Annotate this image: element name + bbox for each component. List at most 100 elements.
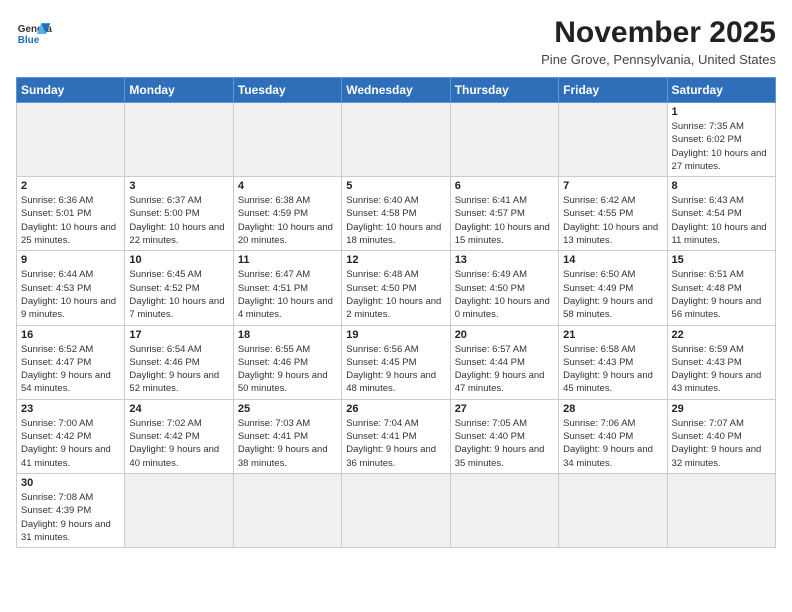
day-of-week-header: Saturday [667, 78, 775, 103]
calendar-day-cell: 28Sunrise: 7:06 AM Sunset: 4:40 PM Dayli… [559, 399, 667, 473]
calendar-header-row: SundayMondayTuesdayWednesdayThursdayFrid… [17, 78, 776, 103]
calendar-day-cell: 24Sunrise: 7:02 AM Sunset: 4:42 PM Dayli… [125, 399, 233, 473]
day-of-week-header: Monday [125, 78, 233, 103]
calendar-day-cell: 12Sunrise: 6:48 AM Sunset: 4:50 PM Dayli… [342, 251, 450, 325]
calendar-day-cell [559, 103, 667, 177]
subtitle: Pine Grove, Pennsylvania, United States [541, 52, 776, 67]
calendar-day-cell [450, 473, 558, 547]
generalblue-logo-icon: General Blue [16, 16, 52, 52]
day-of-week-header: Tuesday [233, 78, 341, 103]
day-info: Sunrise: 6:37 AM Sunset: 5:00 PM Dayligh… [129, 194, 228, 247]
day-number: 19 [346, 329, 445, 341]
calendar-day-cell: 23 Sunrise: 7:00 AM Sunset: 4:42 PM Dayli… [17, 399, 125, 473]
calendar-day-cell: 2Sunrise: 6:36 AM Sunset: 5:01 PM Daylig… [17, 177, 125, 251]
day-info: Sunrise: 7:00 AM Sunset: 4:42 PM Dayligh… [21, 417, 120, 470]
calendar-day-cell: 6 Sunrise: 6:41 AM Sunset: 4:57 PM Daylig… [450, 177, 558, 251]
day-number: 18 [238, 329, 337, 341]
calendar-day-cell: 15 Sunrise: 6:51 AM Sunset: 4:48 PM Dayli… [667, 251, 775, 325]
calendar-day-cell: 20 Sunrise: 6:57 AM Sunset: 4:44 PM Dayli… [450, 325, 558, 399]
day-info: Sunrise: 6:50 AM Sunset: 4:49 PM Dayligh… [563, 268, 662, 321]
calendar-day-cell [667, 473, 775, 547]
day-info: Sunrise: 6:41 AM Sunset: 4:57 PM Dayligh… [455, 194, 554, 247]
day-info: Sunrise: 6:51 AM Sunset: 4:48 PM Dayligh… [672, 268, 771, 321]
calendar-day-cell [342, 473, 450, 547]
day-info: Sunrise: 6:38 AM Sunset: 4:59 PM Dayligh… [238, 194, 337, 247]
day-number: 28 [563, 403, 662, 415]
calendar-day-cell: 14 Sunrise: 6:50 AM Sunset: 4:49 PM Dayli… [559, 251, 667, 325]
calendar-day-cell: 22 Sunrise: 6:59 AM Sunset: 4:43 PM Dayli… [667, 325, 775, 399]
day-number: 6 [455, 180, 554, 192]
day-info: Sunrise: 6:43 AM Sunset: 4:54 PM Dayligh… [672, 194, 771, 247]
calendar-day-cell: 25 Sunrise: 7:03 AM Sunset: 4:41 PM Dayli… [233, 399, 341, 473]
calendar-day-cell: 13Sunrise: 6:49 AM Sunset: 4:50 PM Dayli… [450, 251, 558, 325]
calendar-day-cell [233, 103, 341, 177]
calendar-week-row: 2Sunrise: 6:36 AM Sunset: 5:01 PM Daylig… [17, 177, 776, 251]
day-info: Sunrise: 6:42 AM Sunset: 4:55 PM Dayligh… [563, 194, 662, 247]
day-info: Sunrise: 6:59 AM Sunset: 4:43 PM Dayligh… [672, 343, 771, 396]
calendar-day-cell: 27Sunrise: 7:05 AM Sunset: 4:40 PM Dayli… [450, 399, 558, 473]
day-of-week-header: Thursday [450, 78, 558, 103]
svg-text:Blue: Blue [18, 35, 40, 46]
calendar-day-cell: 10 Sunrise: 6:45 AM Sunset: 4:52 PM Dayli… [125, 251, 233, 325]
day-info: Sunrise: 7:35 AM Sunset: 6:02 PM Dayligh… [672, 120, 771, 173]
calendar-day-cell: 9Sunrise: 6:44 AM Sunset: 4:53 PM Daylig… [17, 251, 125, 325]
day-number: 21 [563, 329, 662, 341]
header: General Blue November 2025 Pine Grove, P… [16, 16, 776, 67]
day-number: 15 [672, 254, 771, 266]
calendar-day-cell: 17Sunrise: 6:54 AM Sunset: 4:46 PM Dayli… [125, 325, 233, 399]
calendar-day-cell [233, 473, 341, 547]
day-number: 30 [21, 477, 120, 489]
day-info: Sunrise: 6:52 AM Sunset: 4:47 PM Dayligh… [21, 343, 120, 396]
day-of-week-header: Wednesday [342, 78, 450, 103]
calendar-day-cell: 7 Sunrise: 6:42 AM Sunset: 4:55 PM Daylig… [559, 177, 667, 251]
calendar: SundayMondayTuesdayWednesdayThursdayFrid… [16, 77, 776, 548]
day-info: Sunrise: 7:04 AM Sunset: 4:41 PM Dayligh… [346, 417, 445, 470]
day-number: 25 [238, 403, 337, 415]
day-number: 11 [238, 254, 337, 266]
day-number: 23 [21, 403, 120, 415]
calendar-day-cell [559, 473, 667, 547]
day-number: 12 [346, 254, 445, 266]
day-number: 22 [672, 329, 771, 341]
calendar-day-cell: 8 Sunrise: 6:43 AM Sunset: 4:54 PM Daylig… [667, 177, 775, 251]
day-of-week-header: Sunday [17, 78, 125, 103]
calendar-week-row: 1 Sunrise: 7:35 AM Sunset: 6:02 PM Daylig… [17, 103, 776, 177]
calendar-day-cell: 5 Sunrise: 6:40 AM Sunset: 4:58 PM Daylig… [342, 177, 450, 251]
main-title: November 2025 [541, 16, 776, 50]
day-number: 1 [672, 106, 771, 118]
calendar-day-cell [17, 103, 125, 177]
calendar-week-row: 30 Sunrise: 7:08 AM Sunset: 4:39 PM Dayli… [17, 473, 776, 547]
day-info: Sunrise: 7:08 AM Sunset: 4:39 PM Dayligh… [21, 491, 120, 544]
day-number: 24 [129, 403, 228, 415]
day-number: 14 [563, 254, 662, 266]
day-info: Sunrise: 6:58 AM Sunset: 4:43 PM Dayligh… [563, 343, 662, 396]
day-info: Sunrise: 7:03 AM Sunset: 4:41 PM Dayligh… [238, 417, 337, 470]
calendar-day-cell: 19Sunrise: 6:56 AM Sunset: 4:45 PM Dayli… [342, 325, 450, 399]
day-number: 7 [563, 180, 662, 192]
day-number: 10 [129, 254, 228, 266]
calendar-day-cell [125, 103, 233, 177]
day-info: Sunrise: 6:47 AM Sunset: 4:51 PM Dayligh… [238, 268, 337, 321]
day-info: Sunrise: 6:45 AM Sunset: 4:52 PM Dayligh… [129, 268, 228, 321]
title-block: November 2025 Pine Grove, Pennsylvania, … [541, 16, 776, 67]
day-info: Sunrise: 6:57 AM Sunset: 4:44 PM Dayligh… [455, 343, 554, 396]
calendar-day-cell: 30 Sunrise: 7:08 AM Sunset: 4:39 PM Dayli… [17, 473, 125, 547]
calendar-day-cell: 29Sunrise: 7:07 AM Sunset: 4:40 PM Dayli… [667, 399, 775, 473]
day-number: 8 [672, 180, 771, 192]
day-number: 16 [21, 329, 120, 341]
calendar-day-cell: 21 Sunrise: 6:58 AM Sunset: 4:43 PM Dayli… [559, 325, 667, 399]
calendar-week-row: 9Sunrise: 6:44 AM Sunset: 4:53 PM Daylig… [17, 251, 776, 325]
calendar-day-cell [342, 103, 450, 177]
day-number: 2 [21, 180, 120, 192]
calendar-week-row: 16 Sunrise: 6:52 AM Sunset: 4:47 PM Dayli… [17, 325, 776, 399]
page: General Blue November 2025 Pine Grove, P… [0, 0, 792, 558]
day-number: 20 [455, 329, 554, 341]
logo: General Blue [16, 16, 52, 52]
day-number: 5 [346, 180, 445, 192]
day-number: 4 [238, 180, 337, 192]
calendar-day-cell: 4 Sunrise: 6:38 AM Sunset: 4:59 PM Daylig… [233, 177, 341, 251]
calendar-week-row: 23 Sunrise: 7:00 AM Sunset: 4:42 PM Dayli… [17, 399, 776, 473]
calendar-day-cell [125, 473, 233, 547]
day-number: 9 [21, 254, 120, 266]
day-info: Sunrise: 6:40 AM Sunset: 4:58 PM Dayligh… [346, 194, 445, 247]
